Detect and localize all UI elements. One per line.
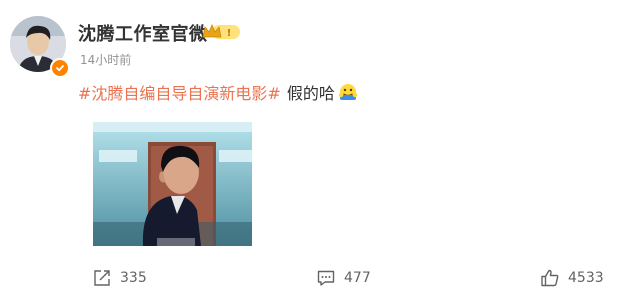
- post-text: #沈腾自编自导自演新电影# 假的哈: [78, 80, 358, 104]
- like-count: 4533: [568, 270, 604, 286]
- post-actions: 335 477 4533: [0, 264, 640, 300]
- comment-icon: [317, 270, 335, 286]
- share-icon: [94, 270, 110, 286]
- share-count: 335: [120, 270, 147, 286]
- crown-badge-icon[interactable]: !: [202, 22, 242, 42]
- post-body: 假的哈: [286, 84, 335, 103]
- like-button[interactable]: 4533: [540, 268, 604, 288]
- hashtag-link[interactable]: #沈腾自编自导自演新电影#: [78, 80, 281, 104]
- post-image[interactable]: [93, 122, 252, 246]
- badge-level: !: [227, 28, 232, 39]
- comment-count: 477: [344, 270, 371, 286]
- thumbs-up-icon: [541, 269, 559, 287]
- tongue-emoji-icon: [338, 82, 358, 102]
- post-time[interactable]: 14小时前: [80, 51, 131, 68]
- author-name[interactable]: 沈腾工作室官微: [78, 20, 208, 46]
- share-button[interactable]: 335: [92, 268, 147, 288]
- comment-button[interactable]: 477: [316, 268, 371, 288]
- verified-icon: [50, 58, 70, 78]
